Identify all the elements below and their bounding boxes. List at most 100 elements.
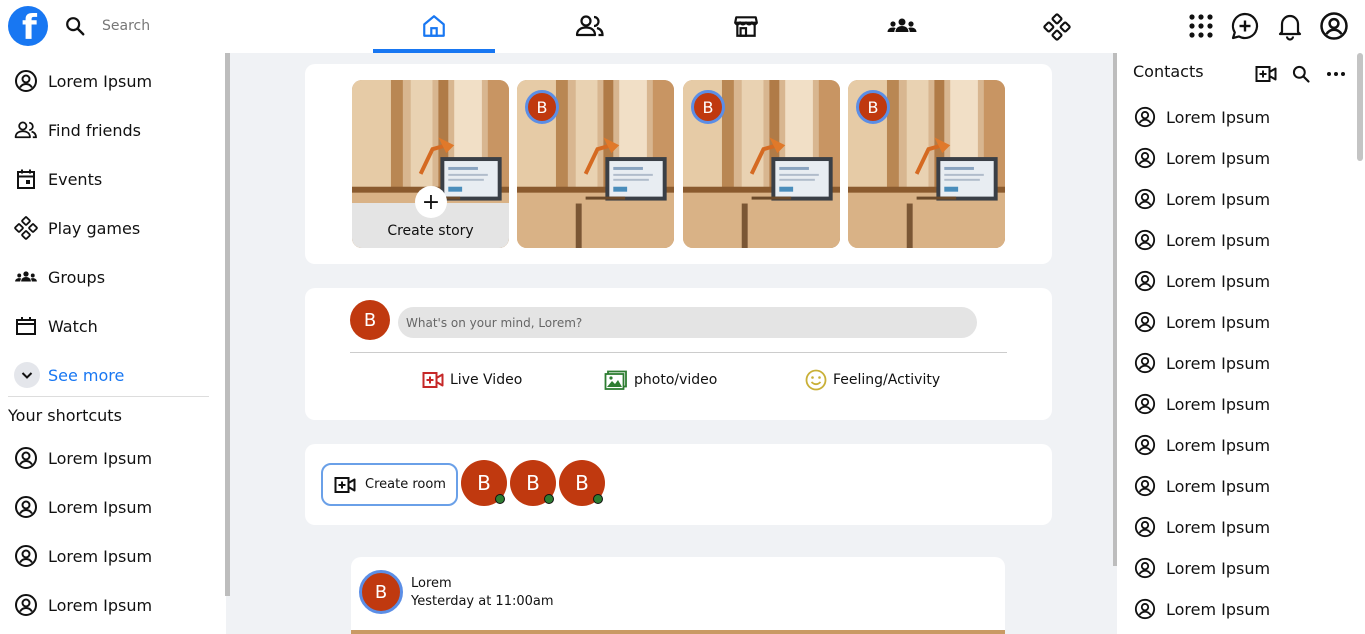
tab-gaming[interactable] [996,0,1118,53]
contact-name: Lorem Ipsum [1166,435,1271,455]
sidebar-item-label: Lorem Ipsum [48,71,153,91]
whats-on-your-mind-input[interactable] [398,307,977,338]
contact-item[interactable]: Lorem Ipsum [1134,351,1270,375]
tab-marketplace[interactable] [685,0,807,53]
user-circle-icon [1134,229,1156,251]
right-sidebar-scrollbar[interactable] [1357,53,1363,161]
contact-name: Lorem Ipsum [1166,558,1271,578]
contact-item[interactable]: Lorem Ipsum [1134,310,1270,334]
contact-item[interactable]: Lorem Ipsum [1134,433,1270,457]
composer-avatar[interactable]: B [350,300,390,340]
contact-item[interactable]: Lorem Ipsum [1134,597,1270,621]
sidebar-item-profile[interactable]: Lorem Ipsum [14,66,152,96]
contact-item[interactable]: Lorem Ipsum [1134,269,1270,293]
contact-name: Lorem Ipsum [1166,353,1271,373]
groups-icon [887,18,917,32]
contact-name: Lorem Ipsum [1166,230,1271,250]
create-room-button[interactable]: Create room [321,463,458,506]
post-timestamp[interactable]: Yesterday at 11:00am [411,594,554,609]
sidebar-item-events[interactable]: Events [14,164,102,194]
story-avatar: B [525,90,559,124]
user-circle-icon [1134,434,1156,456]
sidebar-item-watch[interactable]: Watch [14,311,98,341]
calendar-icon [17,169,35,189]
story-card[interactable]: B [848,80,1005,248]
see-more-button[interactable]: See more [14,360,124,390]
sidebar-item-find-friends[interactable]: Find friends [14,115,141,145]
contact-item[interactable]: Lorem Ipsum [1134,187,1270,211]
photo-video-button[interactable]: photo/video [604,369,717,391]
user-circle-icon [14,446,38,470]
story-card[interactable]: B [683,80,840,248]
create-story-card[interactable]: + Create story [352,80,509,248]
user-circle-icon [1134,393,1156,415]
live-video-icon [422,372,444,388]
contact-item[interactable]: Lorem Ipsum [1134,146,1270,170]
shortcut-item[interactable]: Lorem Ipsum [14,541,152,571]
feeling-activity-label: Feeling/Activity [833,372,941,388]
contact-name: Lorem Ipsum [1166,312,1271,332]
chevron-circle [14,362,40,388]
user-circle-icon [14,593,38,617]
contact-item[interactable]: Lorem Ipsum [1134,515,1270,539]
account-icon[interactable] [1319,11,1349,41]
shortcut-label: Lorem Ipsum [48,497,153,517]
facebook-logo[interactable]: f [8,6,48,48]
menu-grid-icon[interactable] [1186,11,1216,41]
contacts-search-icon[interactable] [1291,64,1311,84]
online-indicator [495,494,505,504]
search-input[interactable] [96,12,296,40]
shortcut-label: Lorem Ipsum [48,595,153,615]
contact-item[interactable]: Lorem Ipsum [1134,474,1270,498]
chevron-down-icon [21,372,33,379]
sidebar-item-label: Watch [48,316,98,336]
sidebar-item-groups[interactable]: Groups [14,262,105,292]
contact-name: Lorem Ipsum [1166,476,1271,496]
see-more-label: See more [48,365,125,385]
smiley-icon [805,369,827,391]
contact-item[interactable]: Lorem Ipsum [1134,228,1270,252]
feeling-activity-button[interactable]: Feeling/Activity [805,369,940,391]
left-sidebar-scrollbar[interactable] [225,53,230,596]
facebook-logo-letter: f [22,8,37,48]
contact-item[interactable]: Lorem Ipsum [1134,105,1270,129]
bell-icon[interactable] [1275,11,1305,41]
contact-name: Lorem Ipsum [1166,148,1271,168]
online-indicator [544,494,554,504]
shortcut-item[interactable]: Lorem Ipsum [14,443,152,473]
composer-divider [350,352,1007,353]
search-icon[interactable] [64,15,86,37]
contact-name: Lorem Ipsum [1166,189,1271,209]
story-avatar: B [856,90,890,124]
messenger-icon[interactable] [1230,11,1260,41]
user-circle-icon [1134,598,1156,620]
user-circle-icon [1134,188,1156,210]
user-circle-icon [1134,106,1156,128]
shortcut-item[interactable]: Lorem Ipsum [14,492,152,522]
story-avatar: B [691,90,725,124]
contact-name: Lorem Ipsum [1166,517,1271,537]
sidebar-item-label: Find friends [48,120,141,140]
contact-item[interactable]: Lorem Ipsum [1134,392,1270,416]
tab-groups[interactable] [841,0,963,53]
tab-friends[interactable] [529,0,651,53]
tab-home[interactable] [373,0,495,53]
post-author-avatar[interactable]: B [359,570,403,614]
new-room-icon[interactable] [1255,64,1277,84]
sidebar-item-label: Events [48,169,103,189]
contact-item[interactable]: Lorem Ipsum [1134,556,1270,580]
user-circle-icon [1134,516,1156,538]
live-video-button[interactable]: Live Video [422,369,522,391]
shortcut-item[interactable]: Lorem Ipsum [14,590,152,620]
more-options-icon[interactable] [1326,66,1346,82]
plus-icon[interactable]: + [415,186,447,218]
post-image[interactable] [351,630,1005,634]
post-author-name[interactable]: Lorem [411,576,452,591]
gamepad-icon [14,216,38,240]
right-sidebar [1117,53,1365,634]
story-card[interactable]: B [517,80,674,248]
photo-icon [604,370,627,390]
user-circle-icon [1134,147,1156,169]
sidebar-item-play-games[interactable]: Play games [14,213,140,243]
groups-icon [15,271,37,282]
